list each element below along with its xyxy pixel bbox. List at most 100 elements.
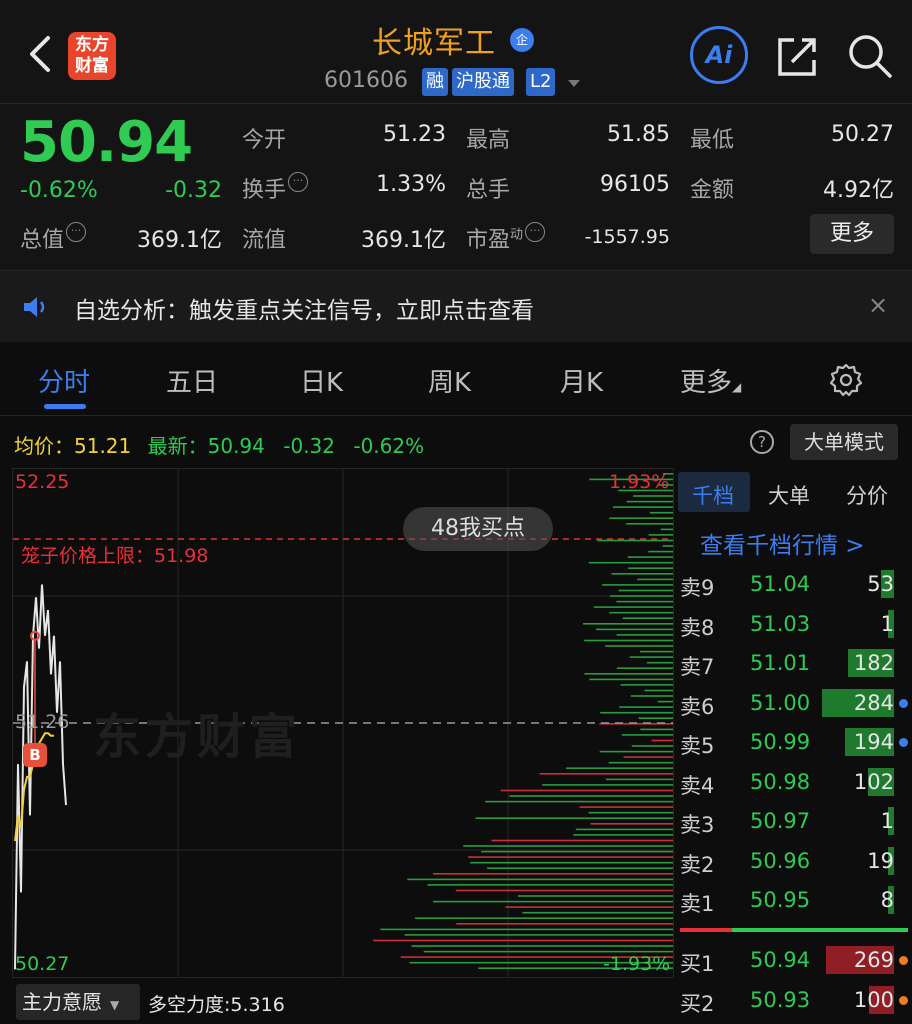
low-label: 最低 [690, 128, 735, 153]
ask-volume: 53 [867, 572, 894, 596]
depth-bar [456, 923, 673, 925]
back-arrow-icon[interactable] [24, 32, 58, 76]
ask-row[interactable]: 卖5 50.99 194 [676, 722, 912, 762]
order-dot-icon [899, 956, 908, 965]
notice-bar[interactable]: 自选分析：触发重点关注信号，立即点击查看 × [0, 270, 912, 342]
depth-bar [640, 650, 673, 653]
depth-bar [633, 495, 673, 497]
tab-five-day[interactable]: 五日 [166, 362, 218, 399]
y-top-price: 52.25 [15, 471, 70, 493]
bid-price: 50.93 [750, 987, 811, 1012]
buy-point-button[interactable]: 48我买点 [403, 507, 553, 551]
ask-volume: 1 [880, 611, 894, 636]
depth-bar [662, 545, 673, 547]
indicator-values: 均价：51.21 最新：50.94 -0.32 -0.62% [14, 434, 425, 458]
share-icon[interactable] [774, 34, 820, 80]
tab-price-breakdown[interactable]: 分价 [846, 480, 888, 510]
sell-strength-bar [732, 928, 908, 932]
depth-bar [588, 561, 673, 564]
ask-price: 50.96 [750, 848, 811, 873]
tab-weekly-k[interactable]: 周K [428, 362, 471, 399]
depth-bar [517, 895, 673, 897]
more-quote-button[interactable]: 更多 [810, 214, 894, 254]
ask-price: 51.00 [750, 690, 811, 715]
ask-label: 卖6 [680, 694, 715, 719]
ask-volume: 182 [853, 651, 894, 675]
more-info-icon[interactable]: ··· [288, 172, 309, 192]
bid-row[interactable]: 买2 50.93 100 [676, 980, 912, 1020]
ask-row[interactable]: 卖6 51.00 284 [676, 683, 912, 723]
bid-label: 买2 [680, 991, 715, 1016]
depth-bar [455, 889, 673, 892]
market-cap: 369.1亿 [137, 228, 222, 253]
bid-volume: 269 [853, 948, 894, 972]
order-dot-icon [899, 995, 908, 1005]
depth-bar [618, 589, 673, 592]
depth-bar [475, 817, 673, 819]
change-percent: -0.62% [20, 178, 98, 203]
search-icon[interactable] [846, 32, 894, 80]
open-value: 51.23 [383, 122, 446, 147]
ask-row[interactable]: 卖4 50.98 102 [676, 762, 912, 802]
depth-bar [622, 617, 673, 619]
ask-row[interactable]: 卖1 50.95 8 [676, 880, 912, 920]
buy-marker[interactable]: B [23, 743, 47, 767]
ask-price: 51.03 [750, 611, 811, 636]
ask-row[interactable]: 卖9 51.04 53 [676, 564, 912, 604]
depth-bar [596, 628, 673, 631]
connect-tag: 沪股通 [452, 68, 514, 96]
turnover-label[interactable]: 换手 ··· [242, 172, 309, 204]
float-value: 369.1亿 [361, 228, 446, 253]
ask-price: 50.99 [750, 730, 811, 754]
depth-bar [468, 856, 673, 858]
depth-bar [651, 739, 673, 742]
depth-bar [660, 528, 673, 531]
more-info-icon[interactable]: ··· [66, 222, 87, 242]
pe-label[interactable]: 市盈动 ··· [466, 222, 546, 254]
tab-intraday[interactable]: 分时 [38, 362, 90, 399]
depth-bar [610, 595, 673, 597]
pe-value: -1557.95 [584, 226, 670, 248]
indicator-line: 均价：51.21 最新：50.94 -0.32 -0.62% ? [0, 416, 912, 468]
depth-bar [590, 823, 673, 825]
depth-bar [623, 756, 673, 758]
depth-bar [433, 900, 673, 903]
depth-bar [500, 789, 673, 792]
market-cap-label[interactable]: 总值 ··· [20, 222, 87, 254]
depth-bar [414, 917, 673, 919]
depth-bar [599, 750, 673, 753]
depth-bar [657, 700, 673, 703]
ask-volume: 19 [867, 848, 894, 873]
tab-more[interactable]: 更多◢ [680, 362, 741, 399]
depth-bar [566, 767, 673, 769]
bid-row[interactable]: 买1 50.94 269 [676, 940, 912, 980]
indicator-select[interactable]: 主力意愿 ▼ [16, 984, 140, 1020]
ask-label: 卖7 [680, 655, 715, 679]
depth-link[interactable]: 查看千档行情 > [700, 526, 865, 560]
depth-bar [616, 600, 673, 603]
ask-row[interactable]: 卖7 51.01 182 [676, 643, 912, 683]
ask-row[interactable]: 卖8 51.03 1 [676, 604, 912, 644]
more-info-icon[interactable]: ··· [525, 222, 546, 242]
close-icon[interactable]: × [868, 291, 888, 319]
stock-name[interactable]: 长城军工 [372, 18, 496, 62]
settings-gear-icon[interactable] [828, 362, 864, 398]
depth-bar [505, 906, 673, 908]
depth-bar [411, 945, 673, 947]
chevron-down-icon[interactable] [568, 80, 580, 87]
ai-assistant-button[interactable]: Ai [690, 26, 748, 84]
depth-bar [640, 728, 673, 731]
notice-text[interactable]: 自选分析：触发重点关注信号，立即点击查看 [74, 291, 534, 325]
tab-monthly-k[interactable]: 月K [560, 362, 603, 399]
depth-bar [612, 506, 673, 508]
tab-daily-k[interactable]: 日K [300, 362, 343, 399]
ask-row[interactable]: 卖2 50.96 19 [676, 841, 912, 881]
depth-bar [628, 567, 673, 569]
tab-thousand-depth[interactable]: 千档 [692, 480, 734, 510]
ask-row[interactable]: 卖3 50.97 1 [676, 801, 912, 841]
help-icon[interactable]: ? [750, 430, 774, 454]
big-order-mode-button[interactable]: 大单模式 [790, 424, 898, 460]
tab-big-orders[interactable]: 大单 [768, 480, 810, 510]
depth-bar [602, 584, 673, 586]
intraday-chart[interactable]: 东方财富 52.25 1.93% 笼子价格上限：51.98 51.26 50.2… [12, 468, 674, 978]
